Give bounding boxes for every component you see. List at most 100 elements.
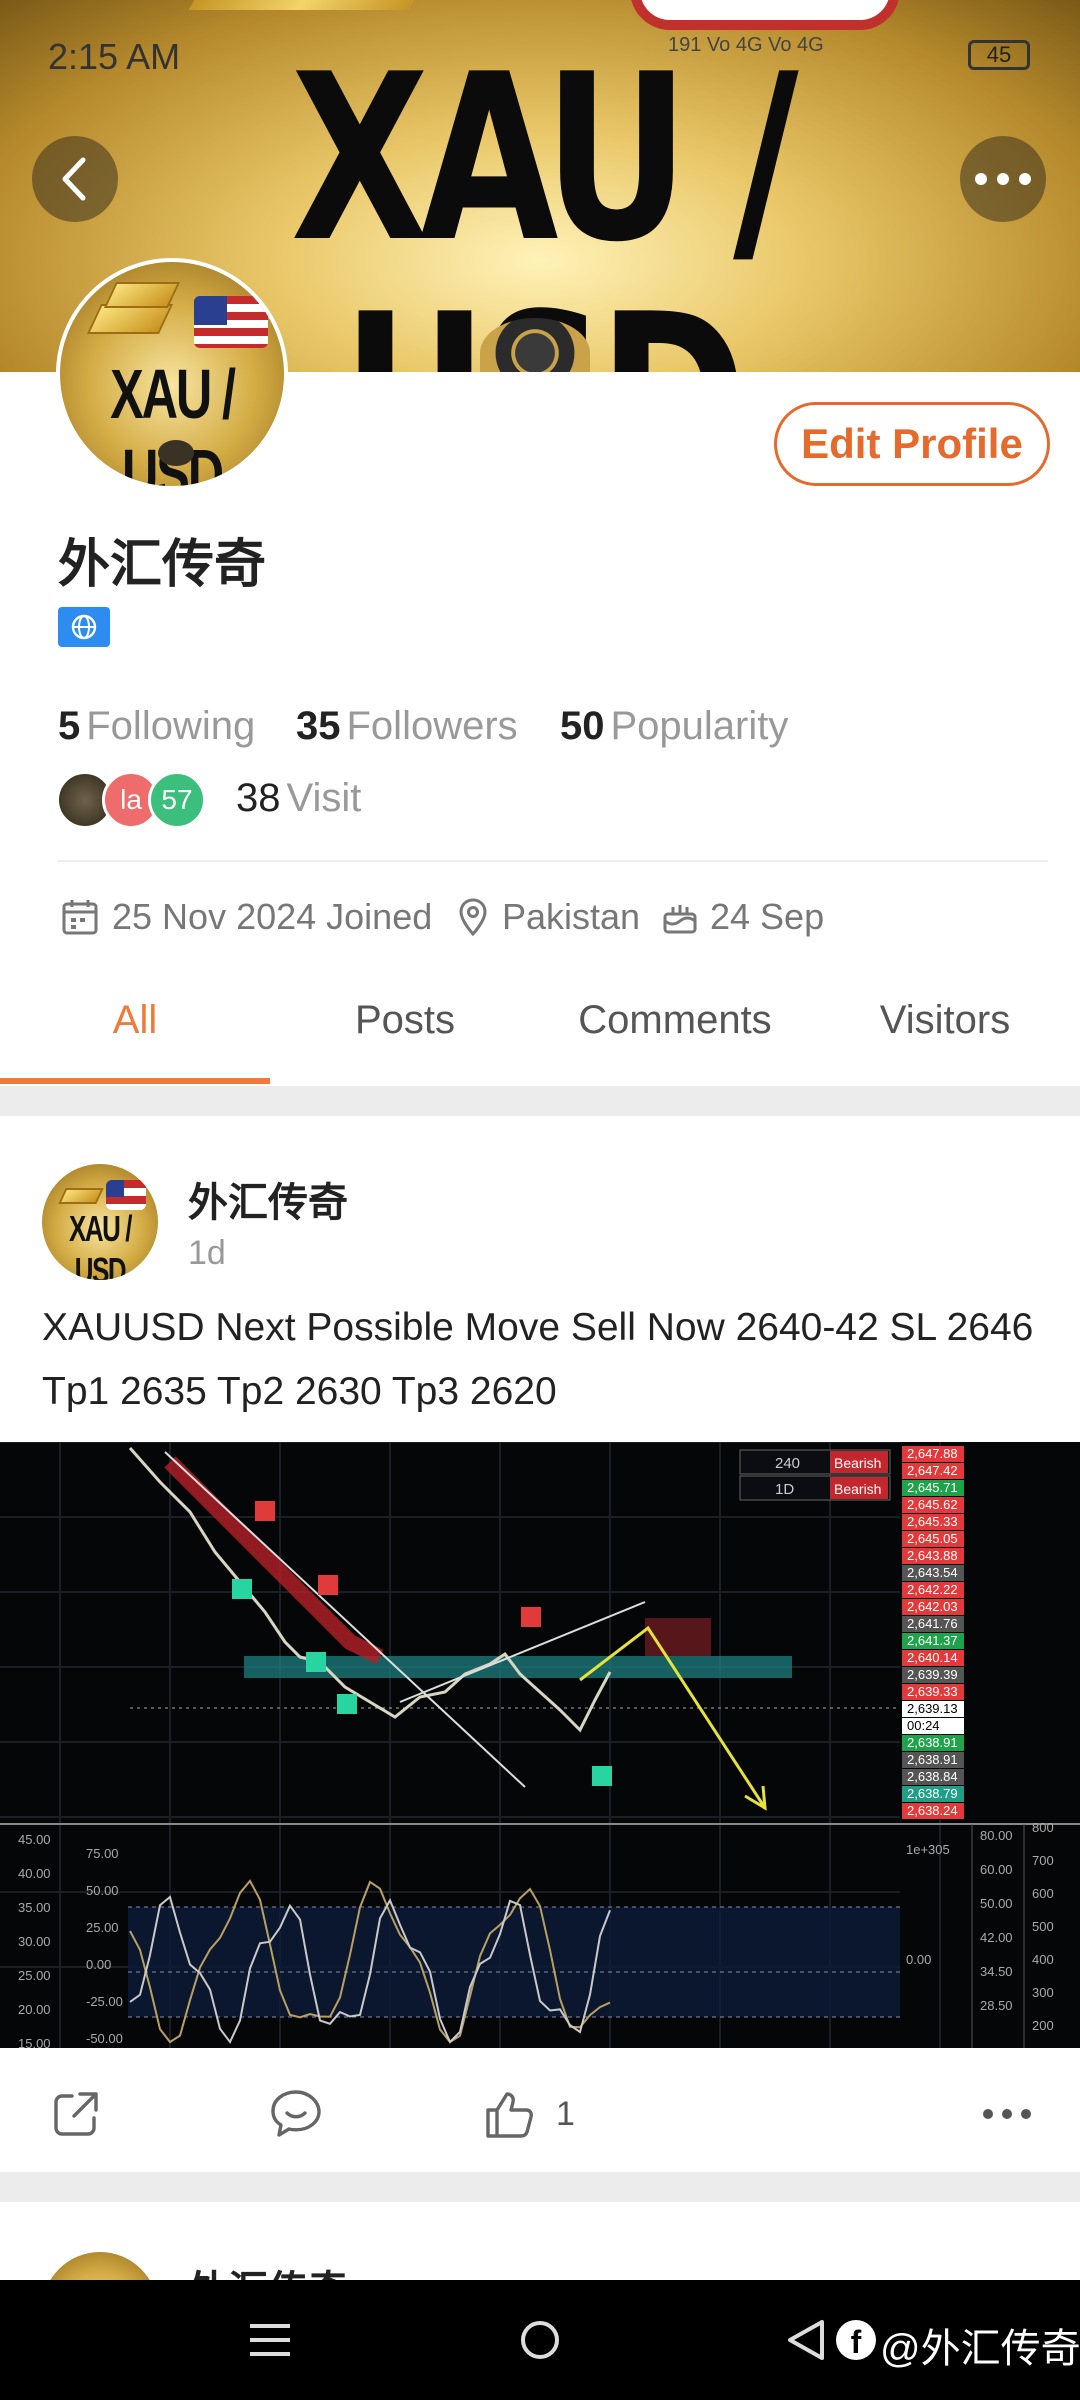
gold-bar-icon xyxy=(103,282,181,308)
tab-posts[interactable]: Posts xyxy=(270,998,540,1043)
menu-icon[interactable] xyxy=(248,2318,292,2362)
price-scale-label: 2,645.71 xyxy=(907,1480,958,1495)
edit-profile-button[interactable]: Edit Profile xyxy=(774,402,1050,486)
price-scale-label: 2,642.03 xyxy=(907,1599,958,1614)
oscillator-right-tick: 800 xyxy=(1032,1820,1054,1835)
oscillator-right-tick: 500 xyxy=(1032,1919,1054,1934)
divider xyxy=(58,860,1048,862)
gold-bars-decoration xyxy=(188,0,432,10)
sell-signal-marker xyxy=(255,1501,275,1521)
visitor-avatar[interactable]: 57 xyxy=(148,771,206,829)
buy-signal-marker xyxy=(232,1579,252,1599)
post-author-name[interactable]: 外汇传奇 xyxy=(188,1170,348,1228)
price-scale-label: 2,638.79 xyxy=(907,1786,958,1801)
more-dots-icon xyxy=(983,2109,1031,2119)
trend-line xyxy=(164,1451,526,1788)
trading-chart: 240 Bearish 1D Bearish 2,647.88 2,647.42 2,645… xyxy=(0,1441,1080,2051)
buy-signal-marker xyxy=(592,1766,612,1786)
followers-count: 35 xyxy=(296,704,341,748)
share-icon xyxy=(54,2092,98,2136)
oscillator-inner-tick: 25.00 xyxy=(86,1920,119,1935)
post-text: XAUUSD Next Possible Move Sell Now 2640-… xyxy=(42,1306,1034,1413)
price-scale-label: 2,639.39 xyxy=(907,1667,958,1682)
oscillator-left-tick: 15.00 xyxy=(18,2036,51,2048)
watermark-text: @外汇传奇 xyxy=(880,2327,1080,2371)
section-separator xyxy=(0,1086,1080,1116)
oscillator-right-tick: 0.00 xyxy=(906,1952,931,1967)
gold-bar-icon xyxy=(87,304,173,334)
oscillator-right-tick: 80.00 xyxy=(980,1828,1013,1843)
price-scale-label: 2,645.33 xyxy=(907,1514,958,1529)
followers-stat[interactable]: 35 Followers xyxy=(296,704,518,749)
tab-all[interactable]: All xyxy=(0,998,270,1043)
status-signal: 191 Vo 4G Vo 4G xyxy=(668,34,824,56)
oscillator-inner-tick: -50.00 xyxy=(86,2031,123,2046)
price-scale-label: 2,643.88 xyxy=(907,1548,958,1563)
oscillator-left-tick: 35.00 xyxy=(18,1900,51,1915)
oscillator-left-tick: 25.00 xyxy=(18,1968,51,1983)
profile-avatar[interactable]: XAU / USD xyxy=(56,258,288,490)
profile-name: 外汇传奇 xyxy=(58,536,267,594)
tab-visitors[interactable]: Visitors xyxy=(810,998,1080,1043)
more-options-button[interactable] xyxy=(960,136,1046,222)
oscillator-left-tick: 45.00 xyxy=(18,1832,51,1847)
sell-signal-marker xyxy=(521,1607,541,1627)
more-dots-icon xyxy=(975,173,1031,185)
us-flag-icon xyxy=(106,1180,146,1210)
popularity-count: 50 xyxy=(560,704,605,748)
visit-stat[interactable]: 38 Visit xyxy=(236,776,361,821)
price-scale-label: 2,639.13 xyxy=(907,1701,958,1716)
gold-bar-icon xyxy=(58,1188,104,1204)
price-scale-label: 2,647.42 xyxy=(907,1463,958,1478)
sell-signal-marker xyxy=(318,1575,338,1595)
system-navigation-bar: f @外汇传奇 xyxy=(0,2280,1080,2400)
price-scale-label: 2,641.76 xyxy=(907,1616,958,1631)
battery-icon: 45 xyxy=(968,40,1030,70)
price-scale-label: 2,645.62 xyxy=(907,1497,958,1512)
tab-comments[interactable]: Comments xyxy=(540,998,810,1043)
us-flag-icon xyxy=(194,296,268,348)
cake-icon xyxy=(663,905,697,934)
section-separator xyxy=(0,2172,1080,2202)
post-author-avatar[interactable]: XAU / USD xyxy=(42,1164,158,1280)
price-scale-label: 2,642.22 xyxy=(907,1582,958,1597)
signal-table-timeframe: 1D xyxy=(775,1481,794,1498)
price-scale-label: 2,640.14 xyxy=(907,1650,958,1665)
following-label: Following xyxy=(86,704,256,748)
battery-level: 45 xyxy=(986,42,1012,67)
thumbs-up-icon xyxy=(486,2092,533,2138)
oscillator-right-tick: 42.00 xyxy=(980,1930,1013,1945)
back-button[interactable] xyxy=(32,136,118,222)
home-circle-icon[interactable] xyxy=(518,2318,562,2362)
visit-label: Visit xyxy=(286,776,362,820)
signal-table-timeframe: 240 xyxy=(775,1455,800,1472)
followers-label: Followers xyxy=(346,704,518,748)
oscillator-right-tick: 600 xyxy=(1032,1886,1054,1901)
price-scale-label: 2,643.54 xyxy=(907,1565,958,1580)
post-avatar-text: XAU / USD xyxy=(69,1208,132,1280)
oscillator-right-tick: 400 xyxy=(1032,1952,1054,1967)
share-button[interactable] xyxy=(50,2082,102,2146)
joined-date: 25 Nov 2024 Joined xyxy=(112,896,433,937)
post-chart-image[interactable]: 240 Bearish 1D Bearish 2,647.88 2,647.42 2,645… xyxy=(0,1441,1080,2051)
price-scale-label: 2,638.91 xyxy=(907,1735,958,1750)
like-button[interactable]: 1 xyxy=(482,2082,575,2146)
location-pin-icon xyxy=(459,898,487,937)
back-arrow-icon xyxy=(62,157,86,201)
back-triangle-icon[interactable] xyxy=(786,2318,826,2362)
oscillator-inner-tick: 0.00 xyxy=(86,1957,111,1972)
visit-count: 38 xyxy=(236,776,281,820)
oscillator-inner-tick: -25.00 xyxy=(86,1994,123,2009)
oscillator-right-tick: 700 xyxy=(1032,1853,1054,1868)
post-more-button[interactable] xyxy=(982,2082,1032,2146)
oscillator-left-tick: 20.00 xyxy=(18,2002,51,2017)
comment-button[interactable] xyxy=(268,2082,324,2146)
oscillator-right-tick: 300 xyxy=(1032,1985,1054,2000)
oscillator-right-tick: 1e+305 xyxy=(906,1842,950,1857)
following-stat[interactable]: 5 Following xyxy=(58,704,255,749)
oscillator-right-tick: 60.00 xyxy=(980,1862,1013,1877)
comment-icon xyxy=(271,2090,321,2137)
popularity-label: Popularity xyxy=(610,704,789,748)
birthday-text: 24 Sep xyxy=(710,896,825,937)
active-tab-indicator xyxy=(0,1078,270,1084)
